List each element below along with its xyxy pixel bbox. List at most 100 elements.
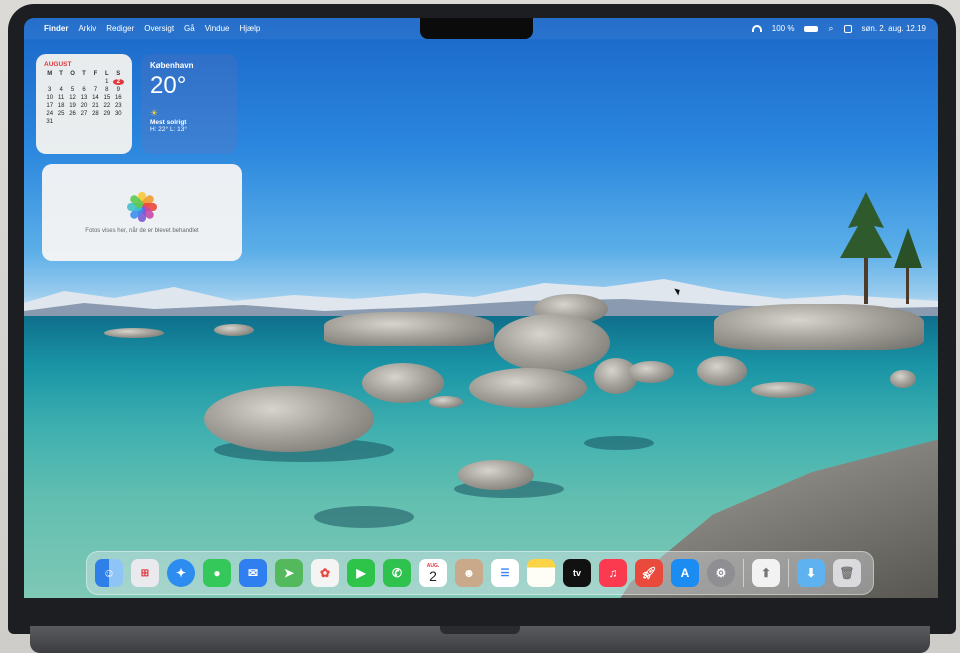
calendar-day: 12 [69,95,76,101]
calendar-day: 10 [46,95,54,101]
calendar-day: 26 [69,111,76,117]
calendar-day: 20 [80,103,88,109]
calendar-day: 15 [103,95,111,101]
calendar-day [67,119,78,125]
calendar-weekday: M [47,71,53,77]
search-icon[interactable]: ⌕ [828,23,833,34]
photos-flower-icon [127,191,157,222]
menu-arkiv[interactable]: Arkiv [78,24,96,33]
calendar-day: 4 [59,87,63,93]
phone-icon[interactable]: ✆ [383,559,411,587]
photos-icon[interactable]: ✿ [311,559,339,587]
calendar-day: 19 [69,103,76,109]
calendar-grid: M T O T F L S 1 2 3 4 5 6 7 8 9 10 11 12 13 14 15 16 17 18 19 20 21… [44,71,124,125]
calendar-day [78,79,89,85]
photos-widget[interactable]: Fotos vises her, når de er blevet behand… [42,164,242,261]
maps-icon[interactable]: ➤ [275,559,303,587]
wallpaper-rock-large [204,386,374,452]
calendar-day: 27 [80,111,88,117]
weather-condition: Mest solrigt [150,119,187,126]
launchpad-icon[interactable]: ⊞ [131,559,159,587]
safari-icon[interactable]: ✦ [167,559,195,587]
calendar-icon-day: 2 [429,567,437,584]
weather-city: København [150,61,194,70]
finder-icon[interactable]: ☺ [95,559,123,587]
wifi-icon[interactable] [751,25,762,32]
dock-separator [788,559,789,587]
dock: ☺ ⊞ ✦ ● ✉ ➤ ✿ ▶ ✆ AUG. 2 ☻ ☰ tv ♫ 🚀︎ A ⚙… [86,551,874,595]
calendar-day [67,79,78,85]
facetime-icon[interactable]: ▶ [347,559,375,587]
preview-icon[interactable]: ⬆ [752,559,780,587]
system-settings-icon[interactable]: ⚙ [707,559,735,587]
calendar-weekday: S [116,71,121,77]
calendar-weekday: F [93,71,98,77]
contacts-icon[interactable]: ☻ [455,559,483,587]
apple-tv-icon[interactable]: tv [563,559,591,587]
menu-finder[interactable]: Finder [44,24,68,33]
calendar-day: 5 [70,87,75,93]
calendar-day: 23 [114,103,122,109]
calendar-day: 31 [46,119,54,125]
wallpaper-rock [469,368,587,408]
menu-clock[interactable]: søn. 2. aug. 12.19 [862,24,927,33]
wallpaper-rock [214,324,254,336]
calendar-day [90,79,101,85]
wallpaper-rock [697,356,747,386]
calendar-day: 22 [103,103,111,109]
trash-icon[interactable]: 🗑︎ [833,559,861,587]
calendar-day: 2 [112,79,124,85]
battery-percentage[interactable]: 100 % [772,24,795,33]
desktop-screen: Finder Arkiv Rediger Oversigt Gå Vindue … [24,18,938,598]
calendar-widget[interactable]: AUGUST M T O T F L S 1 2 3 4 5 6 7 8 9 10 11 12 13 14 15 16 17 1… [36,54,132,154]
music-icon[interactable]: ♫ [599,559,627,587]
dock-separator [743,559,744,587]
calendar-weekday: L [105,71,109,77]
calendar-day: 11 [58,95,65,101]
calendar-day: 28 [92,111,99,117]
mail-icon[interactable]: ✉ [239,559,267,587]
calendar-day: 24 [46,111,54,117]
calendar-day [78,119,89,125]
wallpaper-rock [362,363,444,403]
weather-widget[interactable]: København 20° ☀ Mest solrigt H: 22° L: 1… [141,54,237,154]
wallpaper-rock-cluster [324,312,494,346]
menu-vindue[interactable]: Vindue [205,24,230,33]
calendar-weekday: T [59,71,63,77]
calendar-day: 7 [93,87,98,93]
weather-temperature: 20° [150,72,187,99]
laptop-base-notch [440,626,520,634]
wallpaper-rock-submerged [458,460,534,490]
wallpaper-rock [494,314,610,372]
weather-high-low: H: 22° L: 13° [150,126,187,133]
calendar-day: 9 [116,87,120,93]
calendar-day: 1 [105,79,109,85]
calendar-icon[interactable]: AUG. 2 [419,559,447,587]
calendar-day: 3 [48,87,52,93]
messages-icon[interactable]: ● [203,559,231,587]
control-center-icon[interactable] [843,24,852,33]
calendar-day [55,79,66,85]
notes-icon[interactable] [527,559,555,587]
downloads-folder-icon[interactable]: ⬇ [797,559,825,587]
menu-ga[interactable]: Gå [184,24,195,33]
calendar-day [113,119,124,125]
calendar-day: 30 [114,111,122,117]
calendar-day: 16 [114,95,122,101]
calendar-day: 13 [80,95,88,101]
sun-icon: ☀ [150,108,159,118]
calendar-day [101,119,112,125]
rocket-app-icon[interactable]: 🚀︎ [635,559,663,587]
menu-hjaelp[interactable]: Hjælp [239,24,260,33]
battery-icon[interactable] [804,25,819,32]
calendar-day: 25 [57,111,65,117]
menu-rediger[interactable]: Rediger [106,24,134,33]
wallpaper-underwater-rock [314,506,414,528]
menu-oversigt[interactable]: Oversigt [144,24,174,33]
calendar-weekday: T [82,71,86,77]
wallpaper-underwater-rock [584,436,654,450]
calendar-day: 21 [92,103,99,109]
photos-widget-message: Fotos vises her, når de er blevet behand… [85,227,199,234]
app-store-icon[interactable]: A [671,559,699,587]
reminders-icon[interactable]: ☰ [491,559,519,587]
